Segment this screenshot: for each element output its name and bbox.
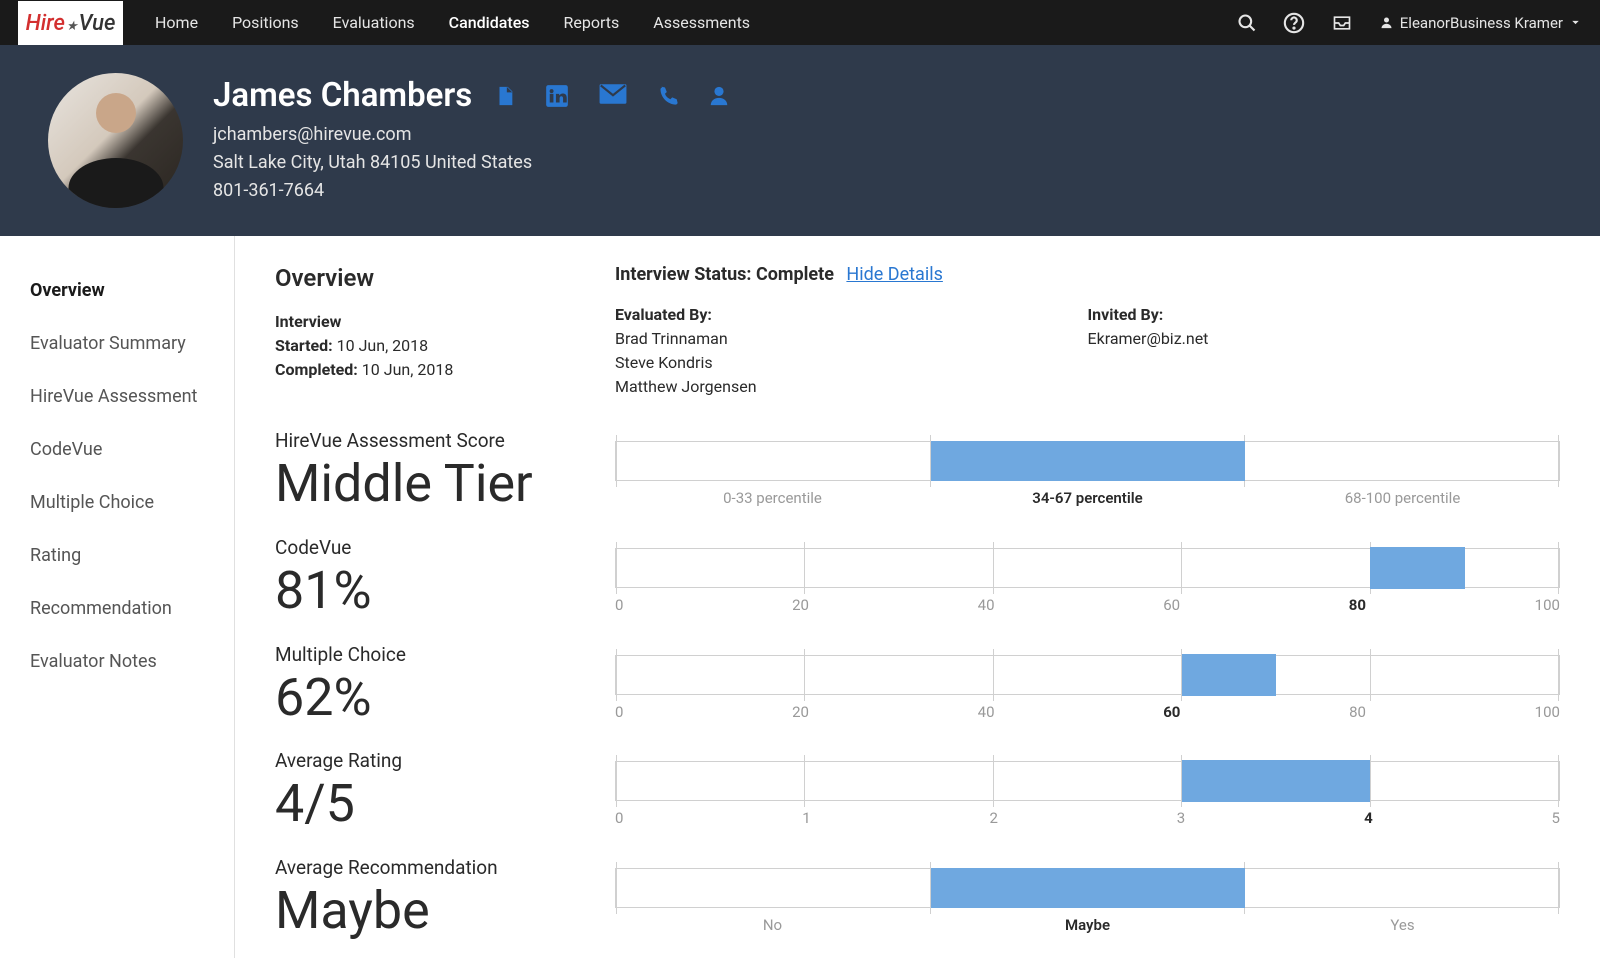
main-content: Overview Interview Started: 10 Jun, 2018… [235,236,1600,958]
candidate-email: jchambers@hirevue.com [213,124,411,145]
hide-details-link[interactable]: Hide Details [846,264,942,285]
sidebar: Overview Evaluator Summary HireVue Asses… [0,236,235,958]
avatar [48,73,183,208]
evaluator-1: Brad Trinnaman [615,329,728,348]
completed-value: 10 Jun, 2018 [362,360,454,379]
nav-home[interactable]: Home [155,13,198,32]
email-icon[interactable] [598,83,628,109]
main-nav: Home Positions Evaluations Candidates Re… [155,13,750,32]
invited-by-value: Ekramer@biz.net [1088,329,1209,348]
candidate-hero: James Chambers jchambers@hirevue.com Sal… [0,45,1600,236]
codevue-bar [615,548,1560,588]
rec-bar [615,868,1560,908]
chevron-down-icon [1569,16,1582,29]
percentile-seg-2: 68-100 percentile [1245,489,1560,507]
sidebar-item-evaluator-summary[interactable]: Evaluator Summary [0,317,234,370]
sidebar-item-evaluator-notes[interactable]: Evaluator Notes [0,635,234,688]
percentile-seg-1: 34-67 percentile [930,489,1245,507]
nav-positions[interactable]: Positions [232,13,299,32]
hirevue-score-label: HireVue Assessment Score [275,429,615,452]
candidate-phone: 801-361-7664 [213,180,324,201]
started-label: Started: [275,336,333,355]
evaluated-by-label: Evaluated By: [615,305,712,324]
rec-label: Average Recommendation [275,856,615,879]
candidate-location: Salt Lake City, Utah 84105 United States [213,152,532,173]
sidebar-item-multiple-choice[interactable]: Multiple Choice [0,476,234,529]
interview-heading: Interview [275,312,341,331]
interview-status-value: Complete [756,264,834,285]
completed-label: Completed: [275,360,358,379]
sidebar-item-codevue[interactable]: CodeVue [0,423,234,476]
percentile-seg-0: 0-33 percentile [615,489,930,507]
codevue-label: CodeVue [275,536,615,559]
rating-bar [615,761,1560,801]
codevue-value: 81% [275,561,615,621]
mc-value: 62% [275,668,615,728]
sidebar-item-overview[interactable]: Overview [0,264,234,317]
user-icon [1379,15,1394,30]
nav-reports[interactable]: Reports [564,13,620,32]
top-nav-bar: Hire★Vue Home Positions Evaluations Cand… [0,0,1600,45]
person-icon[interactable] [708,83,730,109]
evaluator-3: Matthew Jorgensen [615,377,757,396]
sidebar-item-rating[interactable]: Rating [0,529,234,582]
rec-value: Maybe [275,881,615,941]
interview-status-label: Interview Status: [615,264,752,285]
candidate-name: James Chambers [213,76,472,115]
mc-bar [615,655,1560,695]
rec-seg-no: No [615,916,930,934]
linkedin-icon[interactable] [544,83,570,109]
rec-seg-yes: Yes [1245,916,1560,934]
phone-icon[interactable] [656,83,680,109]
rec-seg-maybe: Maybe [930,916,1245,934]
nav-candidates[interactable]: Candidates [449,13,530,32]
evaluator-2: Steve Kondris [615,353,713,372]
nav-evaluations[interactable]: Evaluations [333,13,415,32]
nav-assessments[interactable]: Assessments [653,13,750,32]
overview-title: Overview [275,264,615,292]
search-icon[interactable] [1237,13,1257,33]
hirevue-score-value: Middle Tier [275,454,615,514]
user-menu[interactable]: EleanorBusiness Kramer [1379,14,1582,32]
document-icon[interactable] [494,83,516,109]
sidebar-item-recommendation[interactable]: Recommendation [0,582,234,635]
logo-text: Hire★Vue [26,10,116,36]
user-name: EleanorBusiness Kramer [1400,14,1563,32]
logo[interactable]: Hire★Vue [18,1,123,45]
hirevue-percentile-bar [615,441,1560,481]
started-value: 10 Jun, 2018 [337,336,429,355]
mc-label: Multiple Choice [275,643,615,666]
invited-by-label: Invited By: [1088,305,1164,324]
inbox-icon[interactable] [1331,13,1353,33]
sidebar-item-hirevue-assessment[interactable]: HireVue Assessment [0,370,234,423]
rating-label: Average Rating [275,749,615,772]
rating-value: 4/5 [275,774,615,834]
help-icon[interactable] [1283,12,1305,34]
